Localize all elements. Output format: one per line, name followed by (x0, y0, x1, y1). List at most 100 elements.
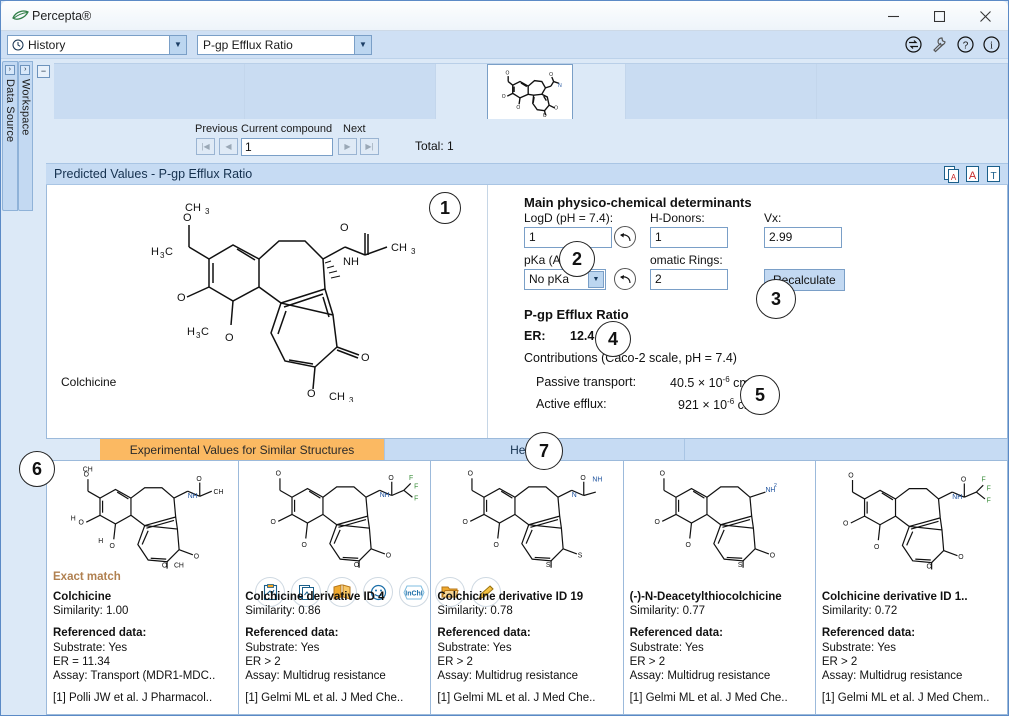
current-compound-input[interactable]: 1 (241, 138, 333, 156)
strip-cell[interactable] (626, 64, 818, 119)
svg-text:O: O (655, 519, 661, 526)
strip-cell[interactable] (54, 64, 245, 119)
sync-icon[interactable] (905, 36, 922, 53)
list-item[interactable]: O O O O S S N NH Colchicine derivative ID 19 … (431, 461, 624, 714)
dock-tab-data-source[interactable]: › Data Source (2, 61, 18, 211)
card-details: Colchicine derivative ID 19 Similarity: … (431, 586, 622, 705)
aromatic-rings-input[interactable]: 2 (650, 269, 728, 290)
er-value: ER > 2 (821, 655, 858, 668)
strip-cell[interactable] (817, 64, 1008, 119)
er-value: ER > 2 (437, 655, 473, 668)
card-structure: O O O O S S N NH (431, 461, 622, 571)
history-dropdown[interactable]: History ▼ (7, 34, 187, 55)
svg-text:CH: CH (391, 242, 407, 254)
logd-label: LogD (pH = 7.4): (524, 211, 614, 225)
similarity: Similarity: 0.77 (629, 605, 706, 618)
list-item[interactable]: OOO OOO NH FFF Colchicine derivative ID … (816, 461, 1007, 714)
results-title: P-gp Efflux Ratio (524, 307, 629, 322)
next-label: Next (343, 123, 366, 135)
minimize-button[interactable] (870, 1, 916, 31)
active-exponent: -6 (727, 397, 735, 406)
list-item[interactable]: OOO OOO NH CH H H CH CH Exact match Colchic… (47, 461, 240, 714)
main-column: − O O O O O O N Previous Current compoun… (33, 59, 1008, 715)
er-value: 12.4 (570, 329, 595, 343)
assay: Assay: Multidrug resistance (629, 670, 771, 683)
export-pdf-multi-icon[interactable]: A (944, 165, 960, 183)
svg-text:H: H (98, 538, 103, 545)
compound-thumbnail[interactable]: O O O O O O N (487, 63, 574, 120)
chevron-down-icon[interactable]: ▼ (354, 35, 371, 54)
compound-strip: − O O O O O O N (33, 59, 1008, 120)
similarity: Similarity: 1.00 (53, 605, 129, 618)
passive-transport-label: Passive transport: (536, 375, 637, 389)
help-icon[interactable]: ? (957, 36, 974, 53)
wrench-icon[interactable] (931, 36, 948, 53)
maximize-button[interactable] (916, 1, 962, 31)
list-item[interactable]: OOO OOO NH FFF Colchicine derivative ID … (239, 461, 432, 714)
contributions-label: Contributions (Caco-2 scale, pH = 7.4) (524, 351, 737, 365)
chevron-right-icon[interactable]: › (4, 65, 15, 75)
referenced-data-header: Referenced data: (53, 627, 147, 640)
citation[interactable]: [1] Gelmi ML et al. J Med Che.. (630, 691, 811, 705)
citation[interactable]: [1] Polli JW et al. J Pharmacol.. (53, 691, 234, 705)
base-symbol: 10 (713, 398, 728, 413)
svg-text:H: H (70, 515, 75, 522)
chevron-down-icon[interactable]: ▼ (169, 35, 186, 54)
annotation-4: 4 (595, 321, 631, 357)
svg-text:2: 2 (774, 483, 777, 489)
next-icon[interactable]: ▶ (338, 138, 357, 155)
svg-text:F: F (414, 484, 418, 491)
dock-tab-workspace[interactable]: › Workspace (17, 61, 33, 211)
svg-text:NH: NH (592, 477, 602, 484)
svg-text:O: O (225, 332, 234, 344)
structure-thumbnail: OOO OOO NH FFF (270, 471, 418, 569)
svg-text:O: O (386, 552, 392, 559)
info-icon[interactable]: i (983, 36, 1000, 53)
body-row: › Data Source › Workspace − O O O O O O … (1, 59, 1008, 715)
list-item[interactable]: OOO OS NH 2 (-)-N-Deacetylthiocolchicine … (624, 461, 816, 714)
minus-icon[interactable]: − (37, 65, 50, 78)
undo-arrow-icon[interactable] (614, 268, 636, 290)
tabstrip-pad (46, 439, 100, 460)
model-dropdown[interactable]: P-gp Efflux Ratio ▼ (197, 34, 372, 55)
exact-match-badge: Exact match (53, 571, 121, 583)
similarity: Similarity: 0.72 (821, 605, 898, 618)
compound-name: Colchicine derivative ID 1.. (821, 591, 968, 603)
substrate: Substrate: Yes (437, 641, 512, 654)
undo-arrow-icon[interactable] (614, 226, 636, 248)
export-pdf-icon[interactable]: A (965, 165, 981, 183)
svg-text:O: O (770, 552, 776, 559)
close-button[interactable] (962, 1, 1008, 31)
strip-cell[interactable] (244, 64, 436, 119)
hdonors-label: H-Donors: (650, 211, 705, 225)
substrate: Substrate: Yes (821, 641, 896, 654)
svg-text:O: O (686, 542, 692, 549)
svg-text:S: S (578, 552, 583, 559)
hdonors-input[interactable]: 1 (650, 227, 728, 248)
svg-text:i: i (990, 41, 993, 52)
chevron-down-icon[interactable]: ▼ (588, 271, 604, 288)
citation[interactable]: [1] Gelmi ML et al. J Med Chem.. (822, 691, 1003, 705)
citation[interactable]: [1] Gelmi ML et al. J Med Che.. (437, 691, 618, 705)
tab-experimental-values[interactable]: Experimental Values for Similar Structur… (100, 439, 385, 460)
svg-text:O: O (361, 352, 370, 364)
colchicine-thumbnail-structure: O O O O O O N (502, 70, 562, 117)
chevron-right-icon[interactable]: › (20, 65, 31, 75)
strip-cell-selected[interactable]: O O O O O O N (435, 63, 627, 120)
svg-text:3: 3 (349, 396, 354, 402)
determinants-heading: Main physico-chemical determinants (524, 195, 752, 210)
svg-text:O: O (555, 105, 559, 111)
svg-text:A: A (969, 170, 977, 182)
last-page-icon[interactable]: ▶| (360, 138, 379, 155)
vx-input[interactable]: 2.99 (764, 227, 842, 248)
compound-name: Colchicine derivative ID 19 (437, 591, 584, 603)
citation[interactable]: [1] Gelmi ML et al. J Med Che.. (245, 691, 426, 705)
compound-navigation: Previous Current compound Next |◀ ◀ 1 ▶ … (33, 119, 1008, 163)
svg-text:S: S (546, 562, 551, 569)
first-page-icon[interactable]: |◀ (196, 138, 215, 155)
export-text-icon[interactable]: T (986, 165, 1002, 183)
prev-icon[interactable]: ◀ (219, 138, 238, 155)
svg-text:O: O (874, 544, 880, 551)
tab-empty[interactable] (685, 439, 1008, 460)
substrate: Substrate: Yes (245, 641, 320, 654)
